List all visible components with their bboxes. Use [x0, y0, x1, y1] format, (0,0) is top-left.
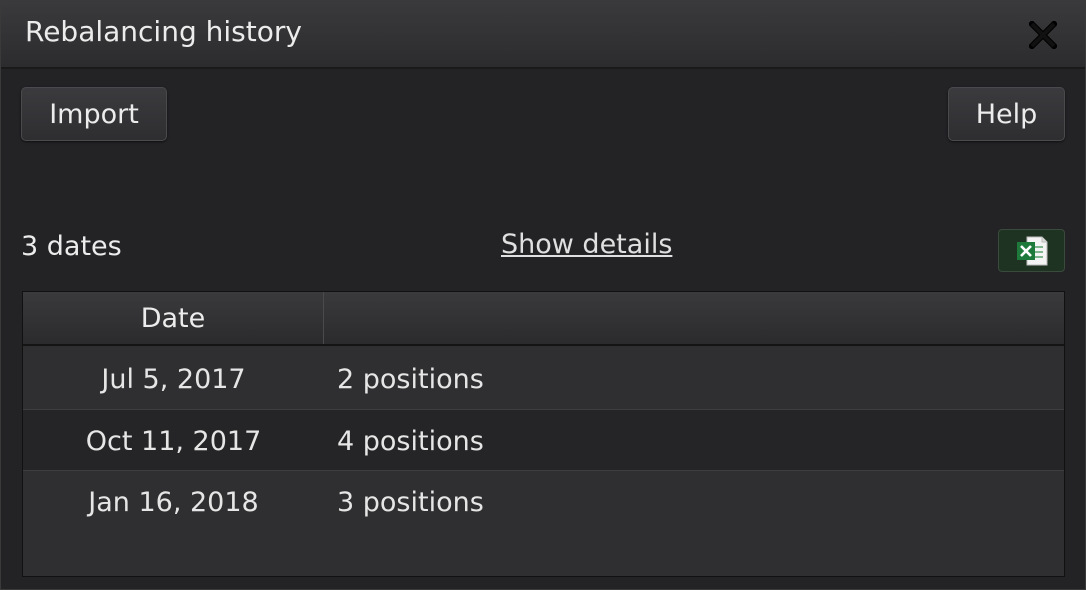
column-header-date[interactable]: Date [23, 292, 324, 344]
positions-cell: 3 positions [337, 486, 484, 518]
close-icon [1027, 19, 1059, 51]
rebalancing-table: Date Jul 5, 2017 2 positions Oct 11, 201… [22, 291, 1065, 577]
dates-count: 3 dates [21, 231, 122, 262]
dialog-title: Rebalancing history [25, 15, 302, 48]
table-row[interactable]: Oct 11, 2017 4 positions [23, 409, 1064, 471]
table-row[interactable]: Jul 5, 2017 2 positions [23, 348, 1064, 410]
excel-icon [1016, 236, 1047, 265]
positions-cell: 4 positions [337, 425, 484, 457]
help-button[interactable]: Help [948, 87, 1065, 141]
date-cell: Jan 16, 2018 [88, 486, 259, 518]
date-cell: Jul 5, 2017 [101, 363, 246, 395]
show-details-link[interactable]: Show details [501, 229, 672, 260]
title-bar: Rebalancing history [1, 1, 1085, 69]
import-button[interactable]: Import [21, 87, 167, 141]
date-cell: Oct 11, 2017 [85, 425, 262, 457]
table-row[interactable]: Jan 16, 2018 3 positions [23, 471, 1064, 533]
rebalancing-history-dialog: Rebalancing history Import Help 3 dates … [0, 0, 1086, 590]
table-header: Date [23, 292, 1064, 346]
export-excel-button[interactable] [998, 229, 1065, 272]
positions-cell: 2 positions [337, 363, 484, 395]
close-button[interactable] [1027, 19, 1059, 51]
